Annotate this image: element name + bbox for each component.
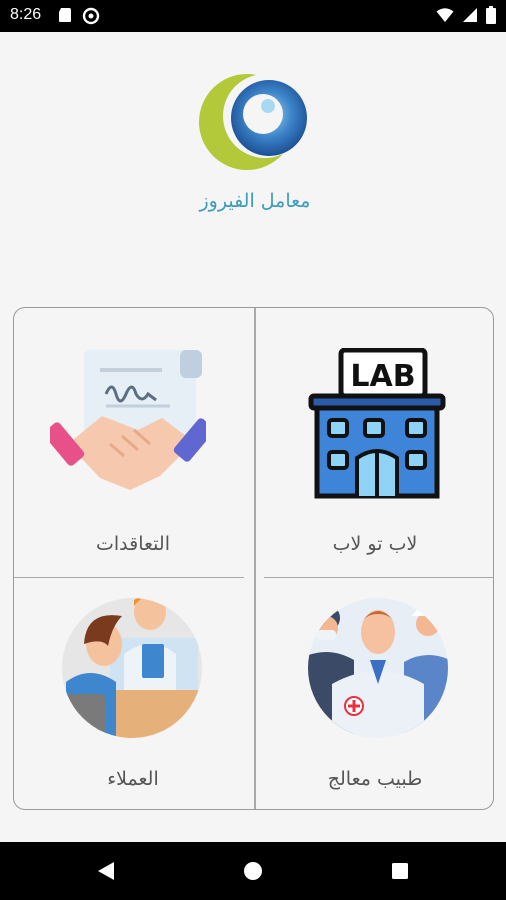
brand-name: معامل الفيروز [199,190,311,212]
brand-logo [193,72,315,172]
home-icon[interactable] [238,856,268,886]
handshake-contract-icon [50,350,206,490]
tile-label-treating-doctor: طبيب معالج [327,768,423,790]
signal-icon [462,7,478,27]
status-time: 8:26 [10,6,42,23]
navigation-bar [0,842,506,900]
recents-icon[interactable] [385,856,415,886]
tile-label-contracts: التعاقدات [96,533,170,555]
data-saver-icon [82,7,100,29]
lab-sign-text: LAB [350,359,415,394]
tile-clients[interactable]: العملاء [14,578,252,828]
lab-building-icon: LAB [308,348,446,499]
sd-card-icon [58,7,72,29]
tile-lab-to-lab[interactable]: LAB لاب تو لاب [256,318,494,568]
menu-grid: LAB لاب تو لاب التعاقدات طبيب معالج العم… [13,307,494,810]
medical-team-icon [308,598,448,738]
tile-label-clients: العملاء [107,768,159,790]
back-icon[interactable] [91,856,121,886]
battery-icon [486,6,496,28]
tile-contracts[interactable]: التعاقدات [14,318,252,568]
clients-icon [62,598,202,738]
tile-treating-doctor[interactable]: طبيب معالج [256,578,494,828]
tile-label-lab-to-lab: لاب تو لاب [332,533,418,555]
wifi-icon [436,7,454,27]
status-bar: 8:26 [0,0,506,32]
